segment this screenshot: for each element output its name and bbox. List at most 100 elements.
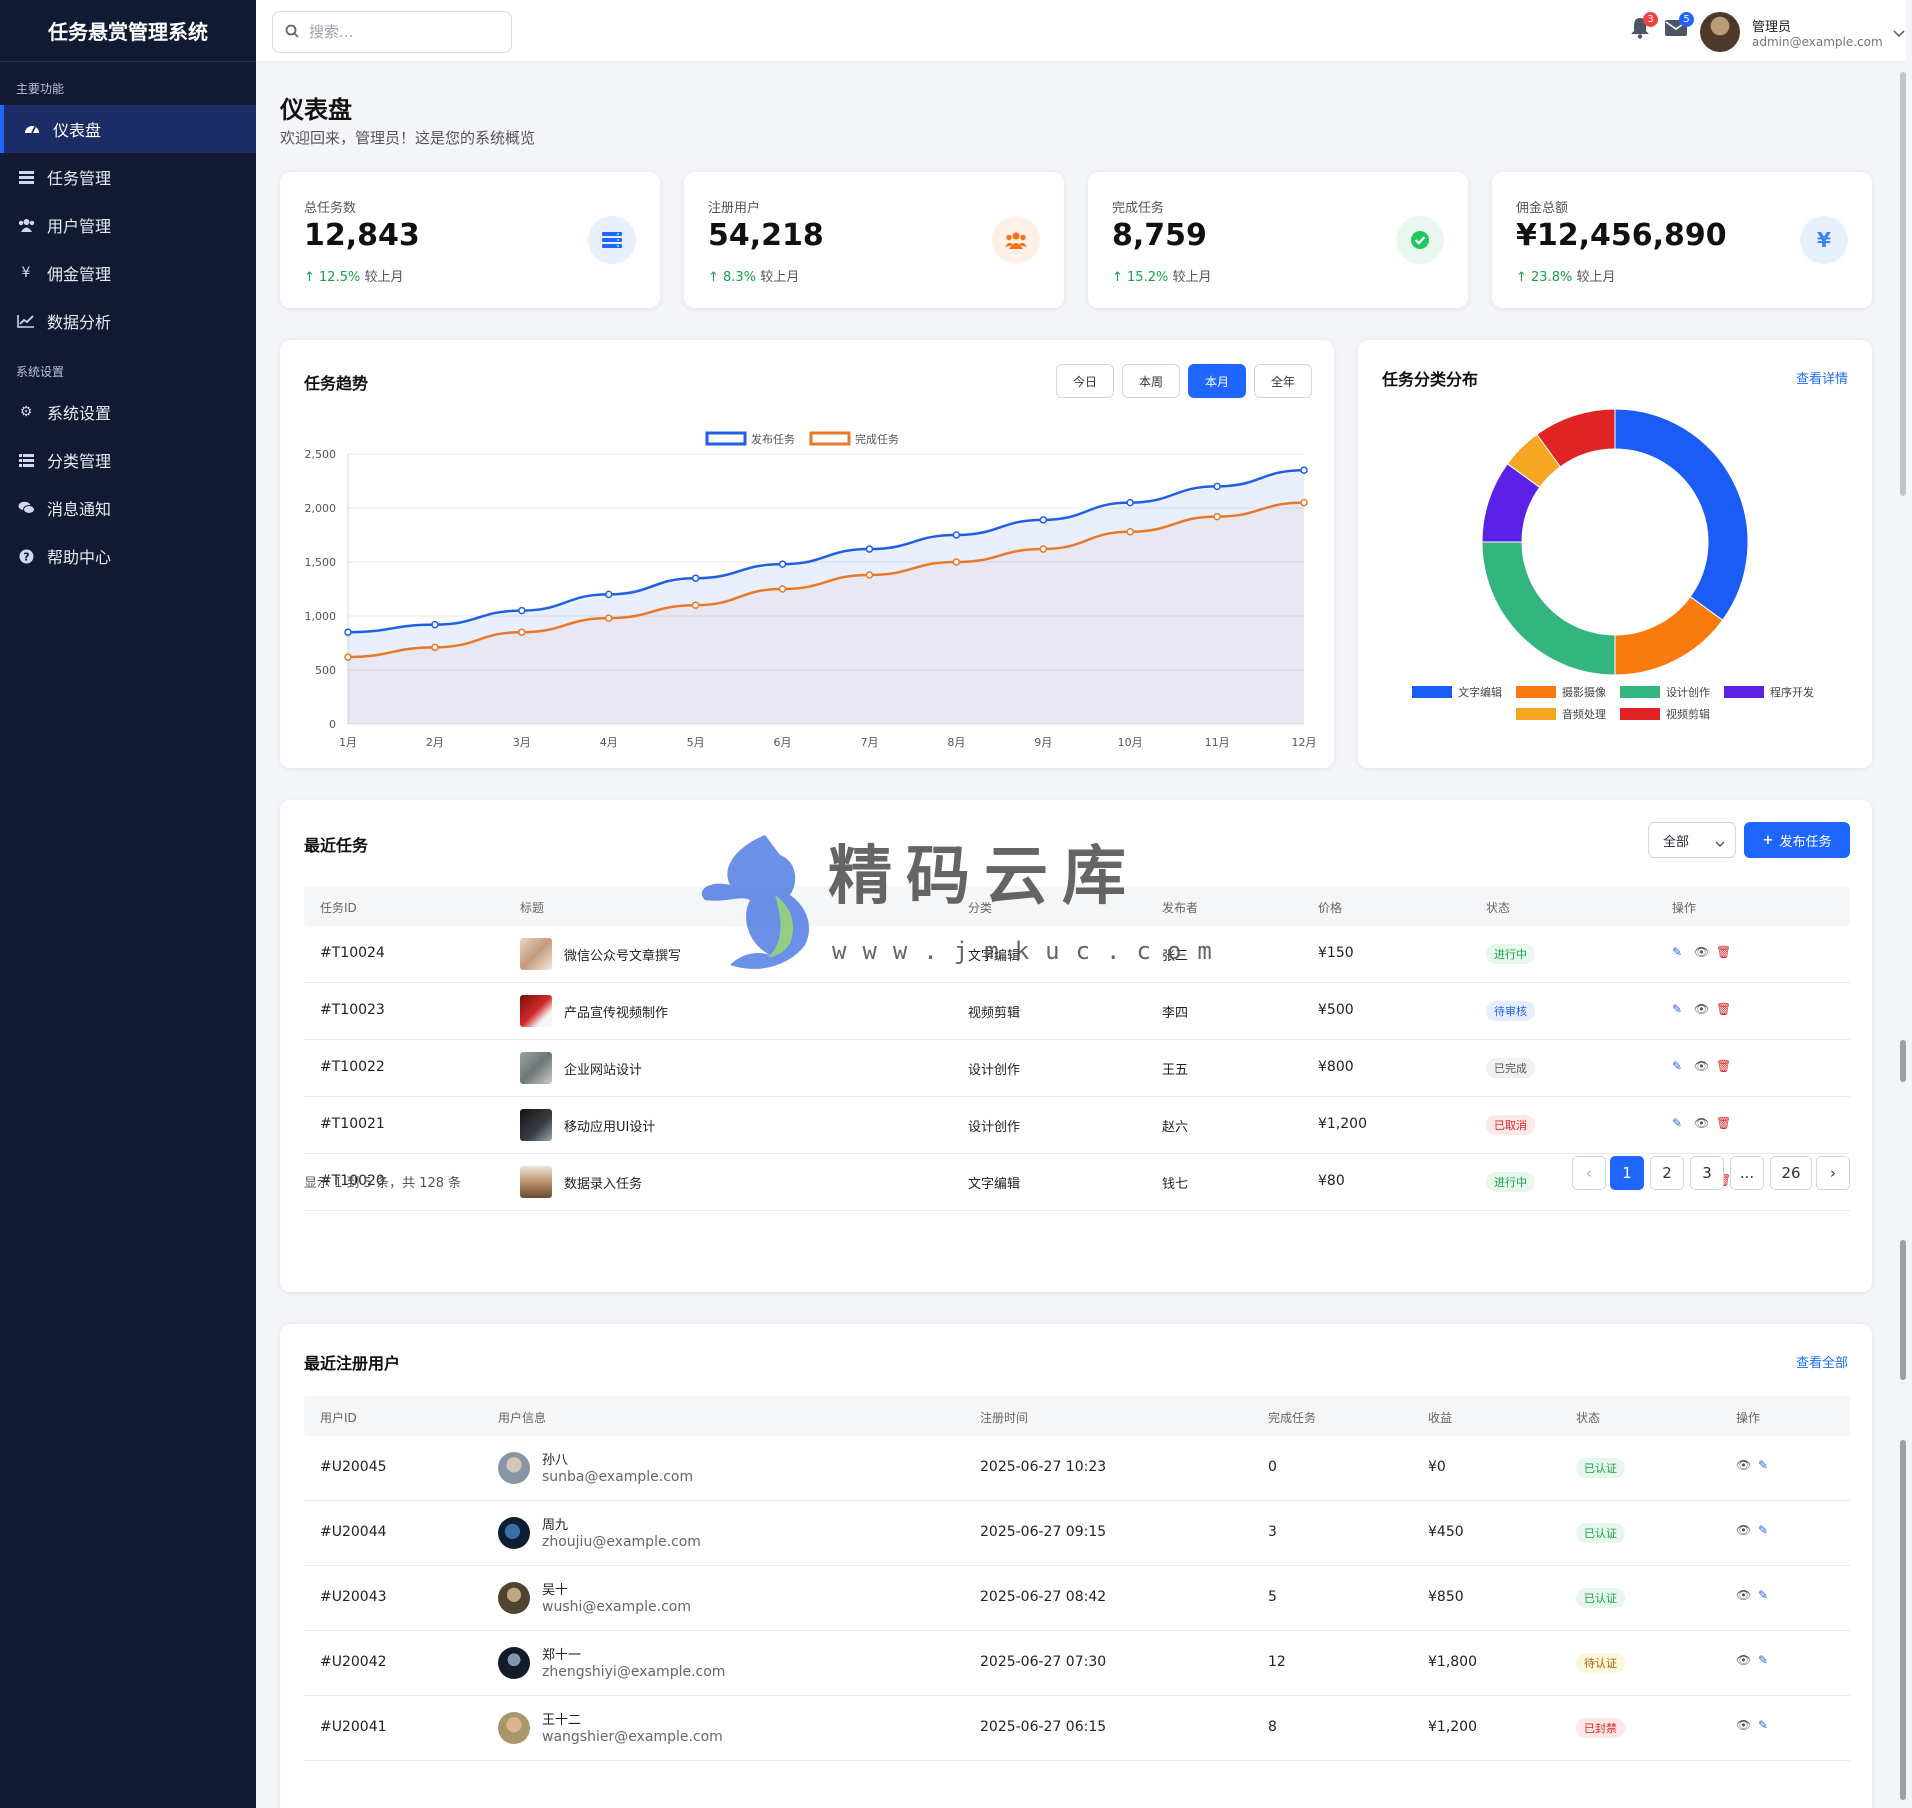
data-point[interactable] bbox=[691, 601, 700, 609]
data-point[interactable] bbox=[952, 531, 961, 539]
view-icon[interactable]: 👁 bbox=[1694, 945, 1709, 959]
edit-icon[interactable]: ✎ bbox=[1672, 1059, 1682, 1073]
task-title[interactable]: 移动应用UI设计 bbox=[564, 1116, 655, 1135]
view-all-link[interactable]: 查看全部 bbox=[1796, 1352, 1848, 1371]
task-filter-select[interactable]: 全部 bbox=[1648, 822, 1736, 858]
edit-icon[interactable]: ✎ bbox=[1672, 1116, 1682, 1130]
table-row[interactable]: #T10023 产品宣传视频制作 视频剪辑 李四 ¥500 待审核 ✎ 👁 🗑 bbox=[304, 983, 1850, 1040]
search-input[interactable] bbox=[309, 23, 489, 41]
view-icon[interactable]: 👁 bbox=[1736, 1588, 1751, 1602]
next-page-button[interactable]: › bbox=[1816, 1156, 1850, 1190]
data-point[interactable] bbox=[518, 606, 526, 615]
data-point[interactable] bbox=[952, 558, 961, 566]
table-row[interactable]: #U20042 郑十一 zhengshiyi@example.com 2025-06-… bbox=[304, 1631, 1850, 1696]
edit-icon[interactable]: ✎ bbox=[1758, 1588, 1768, 1602]
publish-task-button[interactable]: + 发布任务 bbox=[1744, 822, 1850, 858]
data-point[interactable] bbox=[1213, 482, 1221, 491]
legend-swatch[interactable] bbox=[1724, 686, 1764, 698]
user-menu[interactable]: 管理员 admin@example.com bbox=[1700, 10, 1905, 54]
page-button[interactable]: 1 bbox=[1610, 1156, 1644, 1190]
data-point[interactable] bbox=[1039, 545, 1048, 553]
legend-swatch[interactable] bbox=[705, 431, 747, 446]
table-row[interactable]: #T10022 企业网站设计 设计创作 王五 ¥800 已完成 ✎ 👁 🗑 bbox=[304, 1040, 1850, 1097]
task-title[interactable]: 微信公众号文章撰写 bbox=[564, 945, 681, 964]
view-icon[interactable]: 👁 bbox=[1736, 1653, 1751, 1667]
status-badge: 已封禁 bbox=[1576, 1718, 1625, 1738]
data-point[interactable] bbox=[431, 620, 439, 629]
legend-swatch[interactable] bbox=[1412, 686, 1452, 698]
donut-slice[interactable] bbox=[1614, 408, 1749, 621]
top-header: 3 5 管理员 admin@example.com bbox=[256, 0, 1906, 62]
sidebar-item-help[interactable]: ? 帮助中心 bbox=[0, 532, 256, 580]
legend-swatch[interactable] bbox=[809, 431, 851, 446]
view-icon[interactable]: 👁 bbox=[1736, 1523, 1751, 1537]
messages-button[interactable]: 5 bbox=[1664, 12, 1694, 42]
delete-icon[interactable]: 🗑 bbox=[1716, 1059, 1731, 1073]
data-point[interactable] bbox=[1300, 466, 1308, 474]
sidebar-item-users[interactable]: 用户管理 bbox=[0, 201, 256, 249]
sidebar-item-dashboard[interactable]: 仪表盘 bbox=[0, 105, 256, 153]
edit-icon[interactable]: ✎ bbox=[1758, 1523, 1768, 1537]
user-name: 周九 bbox=[542, 1518, 569, 1533]
edit-icon[interactable]: ✎ bbox=[1758, 1458, 1768, 1472]
legend-swatch[interactable] bbox=[1620, 686, 1660, 698]
data-point[interactable] bbox=[604, 614, 613, 622]
page-button[interactable]: 3 bbox=[1690, 1156, 1724, 1190]
edit-icon[interactable]: ✎ bbox=[1672, 1002, 1682, 1016]
search-box[interactable] bbox=[272, 11, 512, 53]
data-point[interactable] bbox=[518, 628, 526, 636]
view-icon[interactable]: 👁 bbox=[1694, 1002, 1709, 1016]
view-icon[interactable]: 👁 bbox=[1694, 1116, 1709, 1130]
data-point[interactable] bbox=[865, 571, 874, 579]
data-point[interactable] bbox=[865, 545, 874, 553]
view-icon[interactable]: 👁 bbox=[1736, 1458, 1751, 1472]
sidebar-item-tasks[interactable]: 任务管理 bbox=[0, 153, 256, 201]
data-point[interactable] bbox=[1126, 528, 1134, 536]
task-title[interactable]: 数据录入任务 bbox=[564, 1173, 642, 1192]
data-point[interactable] bbox=[344, 653, 352, 661]
sidebar-item-commission[interactable]: ¥ 佣金管理 bbox=[0, 249, 256, 297]
task-title[interactable]: 产品宣传视频制作 bbox=[564, 1002, 668, 1021]
table-row[interactable]: #U20041 王十二 wangshier@example.com 2025-06-2… bbox=[304, 1696, 1850, 1761]
data-point[interactable] bbox=[1300, 498, 1308, 507]
view-icon[interactable]: 👁 bbox=[1736, 1718, 1751, 1732]
delete-icon[interactable]: 🗑 bbox=[1716, 1002, 1731, 1016]
table-row[interactable]: #T10021 移动应用UI设计 设计创作 赵六 ¥1,200 已取消 ✎ 👁 🗑 bbox=[304, 1097, 1850, 1154]
user-income: ¥450 bbox=[1428, 1524, 1464, 1540]
page-button[interactable]: 2 bbox=[1650, 1156, 1684, 1190]
sidebar-item-messages[interactable]: 消息通知 bbox=[0, 484, 256, 532]
edit-icon[interactable]: ✎ bbox=[1758, 1653, 1768, 1667]
donut-slice[interactable] bbox=[1614, 595, 1724, 676]
data-point[interactable] bbox=[778, 560, 787, 568]
data-point[interactable] bbox=[1039, 516, 1048, 524]
data-point[interactable] bbox=[691, 574, 700, 582]
notifications-button[interactable]: 3 bbox=[1628, 12, 1658, 42]
table-row[interactable]: #U20043 吴十 wushi@example.com 2025-06-27 08:… bbox=[304, 1566, 1850, 1631]
sidebar-item-settings[interactable]: ⚙ 系统设置 bbox=[0, 388, 256, 436]
delete-icon[interactable]: 🗑 bbox=[1716, 945, 1731, 959]
sidebar-item-analytics[interactable]: 数据分析 bbox=[0, 297, 256, 345]
legend-swatch[interactable] bbox=[1516, 686, 1556, 698]
page-button[interactable]: 26 bbox=[1770, 1156, 1812, 1190]
prev-page-button[interactable]: ‹ bbox=[1572, 1156, 1606, 1190]
data-point[interactable] bbox=[604, 590, 613, 599]
x-tick-label: 7月 bbox=[860, 736, 878, 749]
data-point[interactable] bbox=[344, 628, 352, 636]
delete-icon[interactable]: 🗑 bbox=[1716, 1116, 1731, 1130]
table-row[interactable]: #U20044 周九 zhoujiu@example.com 2025-06-27 0… bbox=[304, 1501, 1850, 1566]
data-point[interactable] bbox=[778, 585, 787, 593]
task-title[interactable]: 企业网站设计 bbox=[564, 1059, 642, 1078]
donut-slice[interactable] bbox=[1481, 541, 1616, 676]
edit-icon[interactable]: ✎ bbox=[1758, 1718, 1768, 1732]
data-point[interactable] bbox=[1126, 498, 1134, 507]
table-row[interactable]: #U20045 孙八 sunba@example.com 2025-06-27 10:… bbox=[304, 1436, 1850, 1501]
sidebar-item-categories[interactable]: 分类管理 bbox=[0, 436, 256, 484]
data-point[interactable] bbox=[431, 643, 439, 652]
legend-swatch[interactable] bbox=[1516, 708, 1556, 720]
data-point[interactable] bbox=[1213, 512, 1221, 521]
table-row[interactable]: #T10024 微信公众号文章撰写 文字编辑 张三 ¥150 进行中 ✎ 👁 🗑 bbox=[304, 926, 1850, 983]
page-title: 仪表盘 bbox=[280, 96, 352, 124]
legend-swatch[interactable] bbox=[1620, 708, 1660, 720]
view-icon[interactable]: 👁 bbox=[1694, 1059, 1709, 1073]
edit-icon[interactable]: ✎ bbox=[1672, 945, 1682, 959]
